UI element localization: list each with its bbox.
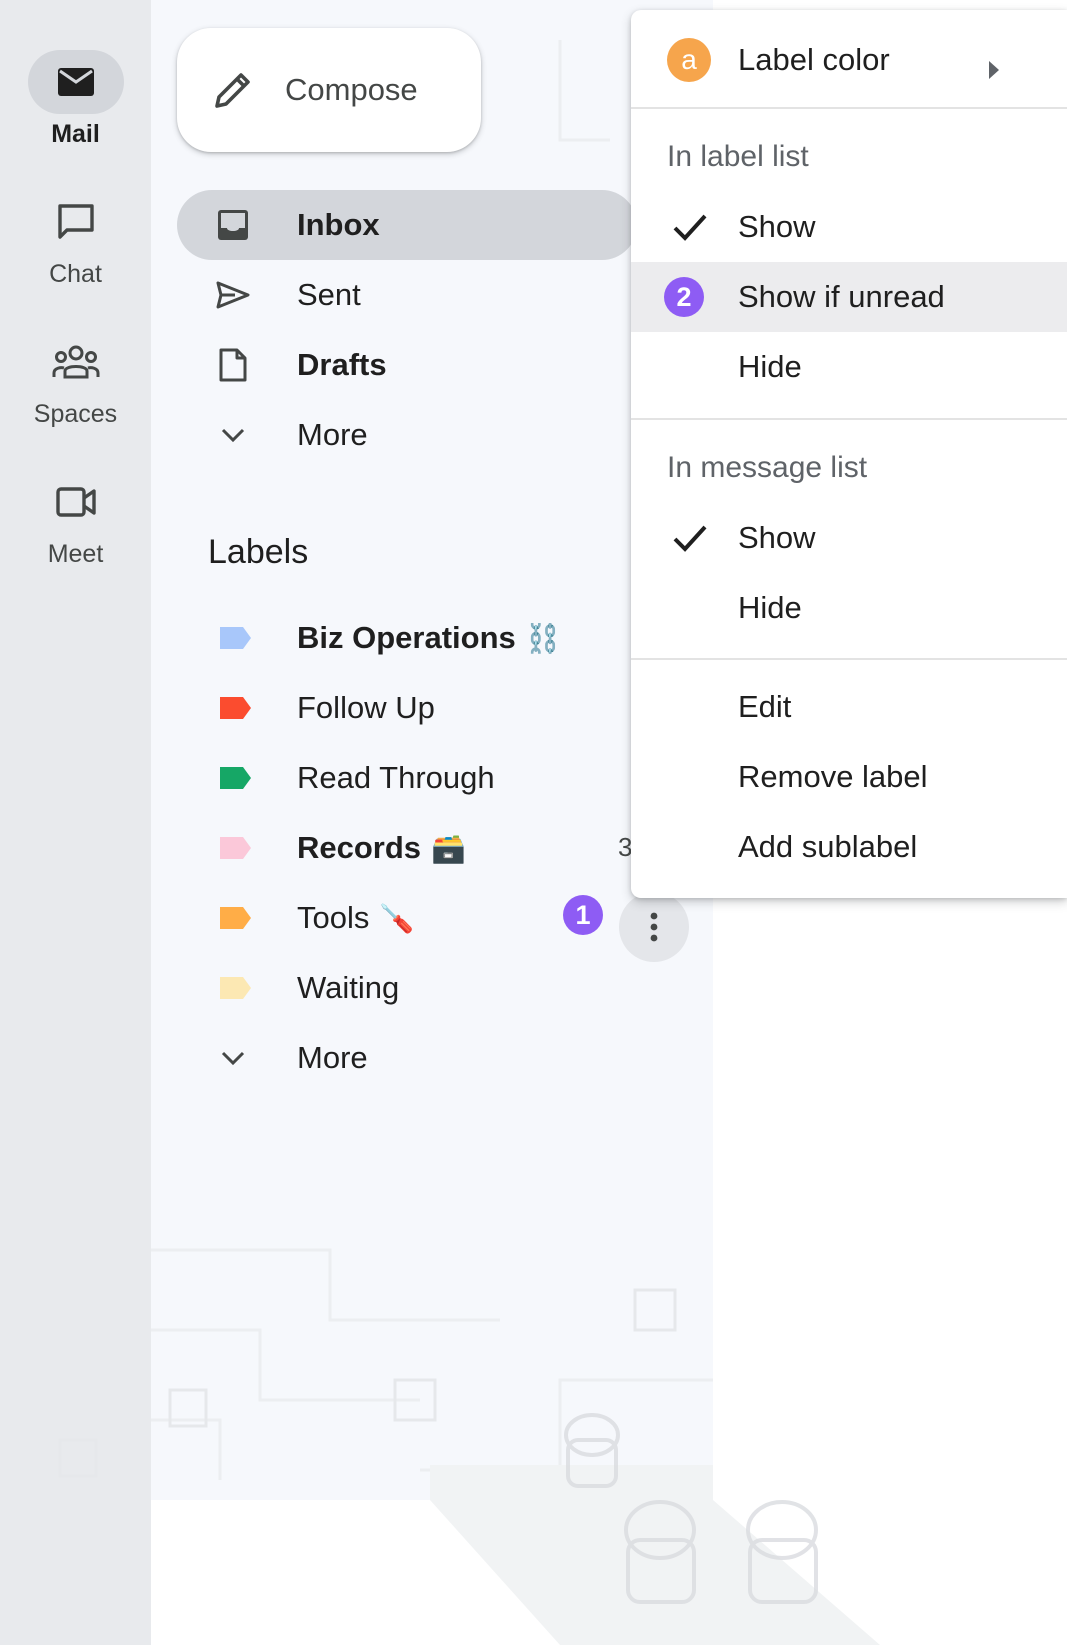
rail-label: Chat bbox=[49, 260, 102, 288]
chevron-down-icon bbox=[215, 1040, 251, 1076]
rail-item-meet[interactable]: Meet bbox=[0, 470, 151, 569]
chevron-down-icon bbox=[215, 417, 251, 453]
label-item-read-through[interactable]: Read Through bbox=[177, 743, 637, 813]
card-file-box-emoji: 🗃️ bbox=[431, 832, 466, 864]
spaces-icon bbox=[52, 345, 99, 379]
send-icon bbox=[215, 277, 251, 313]
labels-more[interactable]: More bbox=[177, 1023, 637, 1093]
rail-pill bbox=[28, 330, 124, 394]
rail-item-chat[interactable]: Chat bbox=[0, 190, 151, 289]
menu-text: Add sublabel bbox=[738, 829, 918, 864]
menu-text: Label color bbox=[738, 42, 890, 77]
label-tag-icon bbox=[220, 627, 251, 649]
menu-item-label-list-hide[interactable]: Hide bbox=[631, 332, 1067, 402]
label-item-waiting[interactable]: Waiting bbox=[177, 953, 637, 1023]
menu-divider bbox=[631, 107, 1067, 109]
menu-divider bbox=[631, 658, 1067, 660]
label-name: Follow Up bbox=[297, 690, 435, 725]
meet-icon bbox=[55, 487, 96, 517]
menu-text: Remove label bbox=[738, 759, 928, 794]
rail-label: Meet bbox=[47, 540, 104, 568]
step-badge-2: 2 bbox=[664, 277, 704, 317]
compose-label: Compose bbox=[285, 72, 418, 107]
nav-item-more[interactable]: More bbox=[177, 400, 637, 470]
label-name: Biz Operations bbox=[297, 620, 516, 655]
menu-text: Edit bbox=[738, 689, 792, 724]
nav-label: Inbox bbox=[297, 207, 380, 242]
nav-label: More bbox=[297, 417, 368, 452]
chat-icon bbox=[57, 204, 94, 239]
nav-item-sent[interactable]: Sent bbox=[177, 260, 637, 330]
label-item-records[interactable]: Records 🗃️ bbox=[177, 813, 637, 883]
menu-text: Show if unread bbox=[738, 279, 945, 314]
pencil-icon bbox=[215, 73, 250, 108]
label-item-follow-up[interactable]: Follow Up bbox=[177, 673, 637, 743]
menu-item-message-list-hide[interactable]: Hide bbox=[631, 573, 1067, 643]
label-tag-icon bbox=[220, 767, 251, 789]
label-tag-icon bbox=[220, 697, 251, 719]
rail-item-mail[interactable]: Mail bbox=[0, 50, 151, 149]
more-vert-icon bbox=[650, 912, 658, 942]
menu-section-heading: In label list bbox=[667, 140, 809, 173]
label-tag-icon bbox=[220, 977, 251, 999]
label-tag-icon bbox=[220, 907, 251, 929]
label-name: Read Through bbox=[297, 760, 495, 795]
label-name: Records bbox=[297, 830, 422, 865]
rail-label: Mail bbox=[51, 120, 100, 148]
label-item-biz-operations[interactable]: Biz Operations ⛓️ bbox=[177, 603, 637, 673]
menu-text: Show bbox=[738, 520, 816, 555]
submenu-arrow-icon bbox=[989, 61, 999, 79]
check-icon bbox=[673, 214, 707, 241]
menu-item-message-list-show[interactable]: Show bbox=[631, 503, 1067, 573]
nav-item-drafts[interactable]: Drafts bbox=[177, 330, 637, 400]
inbox-icon bbox=[215, 207, 251, 243]
compose-button[interactable]: Compose bbox=[177, 28, 481, 152]
screwdriver-emoji: 🪛 bbox=[379, 902, 415, 934]
menu-section-heading: In message list bbox=[667, 451, 868, 484]
menu-text: Show bbox=[738, 209, 816, 244]
menu-item-add-sublabel[interactable]: Add sublabel bbox=[631, 812, 1067, 882]
label-options-button[interactable] bbox=[619, 892, 689, 962]
check-icon bbox=[673, 525, 707, 552]
chain-emoji: ⛓️ bbox=[525, 622, 561, 654]
nav-label: Sent bbox=[297, 277, 361, 312]
label-color-swatch: a bbox=[667, 38, 711, 82]
nav-label: More bbox=[297, 1040, 368, 1075]
rail-item-spaces[interactable]: Spaces bbox=[0, 330, 151, 429]
rail-label: Spaces bbox=[33, 400, 118, 428]
mail-icon bbox=[57, 68, 94, 96]
menu-divider bbox=[631, 418, 1067, 420]
rail-pill bbox=[28, 470, 124, 534]
menu-item-label-list-show[interactable]: Show bbox=[631, 192, 1067, 262]
menu-item-remove-label[interactable]: Remove label bbox=[631, 742, 1067, 812]
rail-pill bbox=[28, 190, 124, 254]
menu-item-edit[interactable]: Edit bbox=[631, 672, 1067, 742]
menu-item-label-list-show-if-unread[interactable]: 2 Show if unread bbox=[631, 262, 1067, 332]
label-name: Tools bbox=[297, 900, 370, 935]
labels-heading: Labels bbox=[208, 533, 309, 571]
nav-item-inbox[interactable]: Inbox bbox=[177, 190, 637, 260]
menu-text: Hide bbox=[738, 590, 802, 625]
menu-text: Hide bbox=[738, 349, 802, 384]
step-badge-1: 1 bbox=[563, 895, 603, 935]
draft-icon bbox=[215, 347, 251, 383]
rail-pill bbox=[27, 50, 124, 114]
label-name: Waiting bbox=[297, 970, 400, 1005]
label-tag-icon bbox=[220, 837, 251, 859]
menu-item-label-color[interactable]: a Label color bbox=[631, 22, 1067, 98]
nav-label: Drafts bbox=[297, 347, 387, 382]
label-options-menu: a Label color In label list Show 2 Show … bbox=[631, 10, 1067, 898]
